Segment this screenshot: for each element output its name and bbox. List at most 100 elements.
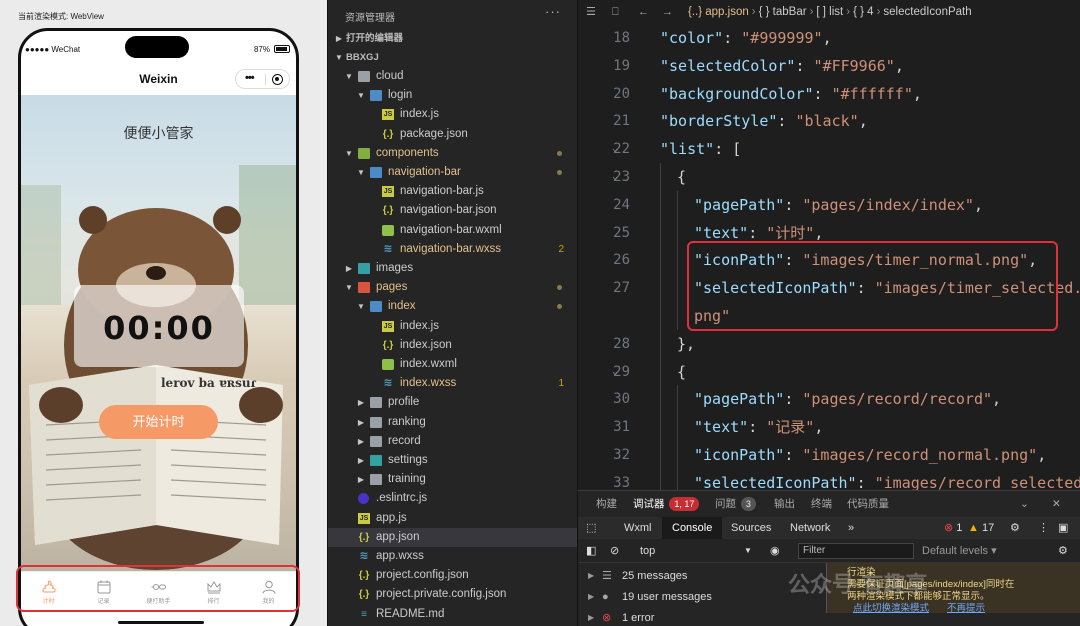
folder-item[interactable]: ▼ navigation-bar [328,163,578,182]
code-line[interactable]: 33 "selectedIconPath": "images/record_sel… [578,468,1080,490]
code-token: : [748,418,767,437]
file-item[interactable]: {.} index.json [328,336,578,355]
code-line[interactable]: 29 ⌄ { [578,357,1080,386]
file-item[interactable]: ≡ README.md [328,605,578,624]
breadcrumb-item[interactable]: [ ] list [816,6,843,18]
switch-render-mode-link[interactable]: 点此切换渲染模式 [853,600,929,613]
code-line[interactable]: 19 "selectedColor": "#FF9966", [578,52,1080,80]
file-item[interactable]: {.} project.private.config.json [328,585,578,604]
code-line[interactable]: 22 ⌄ "list": [ [578,135,1080,163]
gear-icon[interactable]: ⚙ [1010,517,1020,539]
tab-output[interactable]: 输出 [774,491,795,517]
code-line[interactable]: 32 "iconPath": "images/record_normal.png"… [578,441,1080,469]
file-item[interactable]: JS index.js [328,317,578,336]
code-line[interactable]: 21 "borderStyle": "black", [578,107,1080,135]
close-icon[interactable]: ✕ [1052,491,1061,517]
folder-item[interactable]: ▶ ranking [328,413,578,432]
filter-input[interactable]: Filter [798,543,914,559]
breadcrumb-item[interactable]: {..} app.json [688,6,749,18]
breadcrumb-item[interactable]: { } tabBar [759,6,807,18]
file-item[interactable]: JS index.js [328,105,578,124]
fold-chevron-icon[interactable]: ⌄ [612,358,618,386]
tab-sources[interactable]: Sources [731,517,771,539]
code-line[interactable]: 20 "backgroundColor": "#ffffff", [578,80,1080,108]
code-line[interactable]: 28}, [578,329,1080,358]
eye-icon[interactable]: ◉ [770,539,780,563]
code-token: "#ffffff" [831,84,913,103]
code-text: "pagePath": "pages/index/index", [694,191,983,219]
breadcrumb-item[interactable]: { } 4 [853,6,873,18]
tab-build[interactable]: 构建 [596,491,617,517]
tab-terminal[interactable]: 终端 [811,491,832,517]
folder-item[interactable]: ▼ index [328,297,578,316]
file-item[interactable]: {.} navigation-bar.json [328,201,578,220]
file-item[interactable]: ≋ app.wxss [328,547,578,566]
file-item[interactable]: {.} package.json [328,125,578,144]
folder-item[interactable]: ▶ settings [328,451,578,470]
folder-item[interactable]: ▶ record [328,432,578,451]
folder-item[interactable]: ▼ components [328,144,578,163]
tab-problems[interactable]: 问题 3 [715,491,756,517]
file-item[interactable]: index.wxml [328,355,578,374]
chevron-down-icon[interactable]: ⌄ [1020,491,1029,517]
tab-wxml[interactable]: Wxml [624,517,652,539]
explorer-more-button[interactable]: ··· [545,4,561,19]
tab-debugger[interactable]: 调试器 1, 17 [633,491,700,518]
folder-item[interactable]: ▼ login [328,86,578,105]
chevron-down-icon: ▼ [335,53,343,62]
inspect-icon[interactable]: ⬚ [586,517,596,539]
file-item[interactable]: JS app.js [328,509,578,528]
start-timer-button[interactable]: 开始计时 [99,405,218,439]
warning-count[interactable]: ▲ 17 [968,517,994,539]
project-section[interactable]: ▼ BBXGJ [328,48,578,67]
file-item[interactable]: ≋ index.wxss 1 [328,374,578,393]
folder-item[interactable]: ▶ training [328,470,578,489]
more-tabs-button[interactable]: » [848,517,854,539]
log-levels-select[interactable]: Default levels ▾ [922,539,997,563]
file-item[interactable]: navigation-bar.wxml [328,221,578,240]
forward-arrow-icon[interactable]: → [662,0,673,24]
kebab-menu-icon[interactable]: ⋮ [1038,517,1049,539]
chevron-down-icon[interactable]: ▼ [744,539,752,563]
tab-network[interactable]: Network [790,517,830,539]
open-editors-section[interactable]: ▶ 打开的编辑器 [328,29,578,48]
message-group[interactable]: ▶ ● 19 user messages [578,587,808,607]
close-miniprogram-icon[interactable] [272,74,283,85]
clear-console-icon[interactable]: ⊘ [610,539,619,563]
fold-chevron-icon[interactable]: ⌄ [612,135,618,163]
folder-item[interactable]: ▼ pages [328,278,578,297]
file-item[interactable]: {.} app.json [328,527,578,547]
tab-label: 调试器 [633,498,665,510]
message-group[interactable]: ▶ ☰ 25 messages [578,566,808,586]
code-line[interactable]: 18 "color": "#999999", [578,24,1080,52]
folder-item[interactable]: ▶ profile [328,393,578,412]
file-name: package.json [400,127,468,140]
fold-chevron-icon[interactable]: ⌄ [612,163,618,191]
back-arrow-icon[interactable]: ← [638,0,649,24]
file-item[interactable]: ≋ navigation-bar.wxss 2 [328,240,578,259]
bookmark-icon[interactable]: ⎕ [612,0,619,24]
code-text: "text": "记录", [694,413,823,441]
tab-code-quality[interactable]: 代码质量 [847,491,889,517]
file-item[interactable]: .eslintrc.js [328,489,578,508]
folder-item[interactable]: ▶ images [328,259,578,278]
folder-item[interactable]: ▼ cloud [328,67,578,86]
error-count[interactable]: ⊗ 1 [944,517,962,539]
code-line[interactable]: 31 "text": "记录", [578,413,1080,442]
file-item[interactable]: JS navigation-bar.js [328,182,578,201]
file-item[interactable]: {.} project.config.json [328,566,578,585]
dont-show-again-link[interactable]: 不再提示 [947,600,985,613]
message-group[interactable]: ▶ ⊗ 1 error [578,608,808,626]
context-select[interactable]: top [640,539,655,563]
menu-icon[interactable]: ☰ [586,0,596,24]
breadcrumb-item[interactable]: selectedIconPath [883,6,971,18]
gear-icon[interactable]: ⚙ [1058,539,1068,563]
capsule-menu[interactable]: ••• [235,69,290,89]
tab-console[interactable]: Console [662,517,723,539]
code-line[interactable]: 30 "pagePath": "pages/record/record", [578,385,1080,414]
code-line[interactable]: 24 "pagePath": "pages/index/index", [578,190,1080,219]
dock-icon[interactable]: ▣ [1058,517,1068,539]
sidebar-toggle-icon[interactable]: ◧ [586,539,596,563]
code-line[interactable]: 23 ⌄ { [578,163,1080,191]
more-icon[interactable]: ••• [245,72,255,84]
